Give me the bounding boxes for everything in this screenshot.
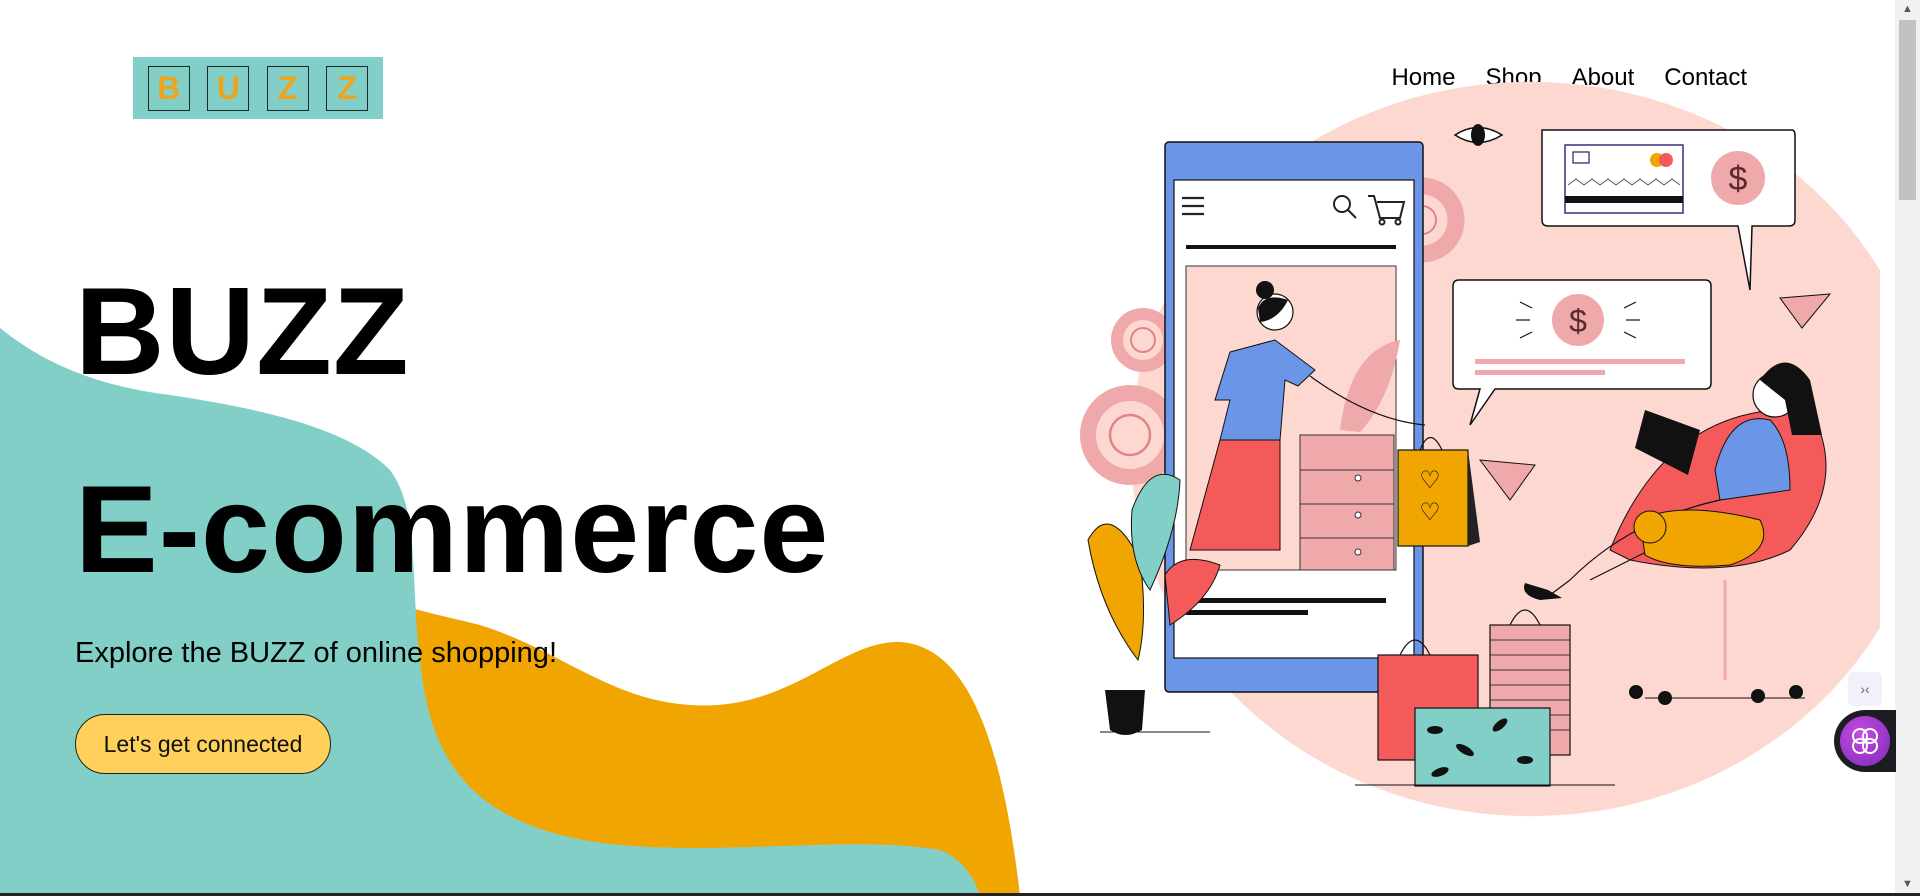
logo-letter: U (207, 65, 250, 111)
hero-title-line1: BUZZ (75, 263, 410, 401)
logo-letter: Z (266, 65, 309, 111)
svg-text:♡: ♡ (1419, 467, 1441, 494)
hero-title-line2: E-commerce (75, 461, 830, 599)
logo-letter: B (147, 65, 190, 111)
brain-icon (1840, 716, 1890, 766)
scroll-thumb[interactable] (1899, 20, 1916, 200)
scroll-down-arrow[interactable]: ▼ (1895, 875, 1920, 893)
page: B U Z Z Home Shop About Contact BUZZ E-c… (0, 0, 1920, 896)
svg-text:♡: ♡ (1419, 499, 1441, 526)
svg-text:$: $ (1569, 303, 1587, 339)
ecommerce-illustration: $ $ ♡ ♡ (1080, 81, 1880, 817)
extension-launcher-button[interactable] (1834, 710, 1896, 772)
scroll-up-arrow[interactable]: ▲ (1895, 0, 1920, 18)
hero-subtitle: Explore the BUZZ of online shopping! (75, 637, 557, 669)
extension-collapse-icon[interactable]: ›‹ (1848, 672, 1882, 706)
svg-text:$: $ (1729, 160, 1748, 198)
lets-get-connected-button[interactable]: Let's get connected (75, 714, 331, 774)
brand-logo[interactable]: B U Z Z (133, 57, 383, 119)
logo-letter: Z (326, 65, 369, 111)
vertical-scrollbar[interactable]: ▲ ▼ (1895, 0, 1920, 893)
